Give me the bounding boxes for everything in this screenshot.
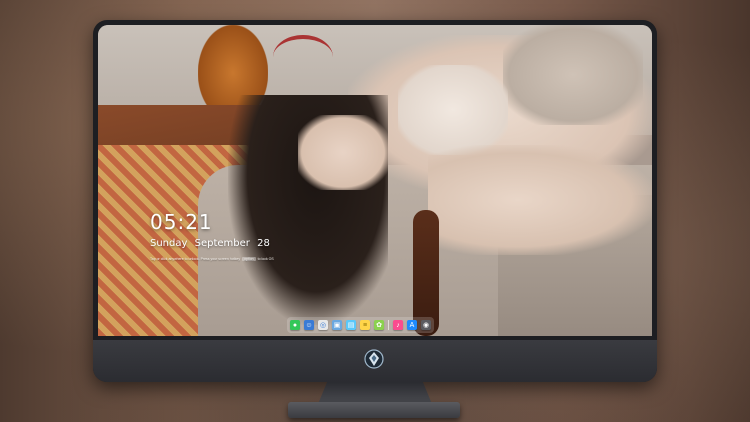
date-day: 28: [257, 238, 270, 249]
monitor-chin: [93, 340, 657, 382]
date-weekday: Sunday: [150, 238, 188, 249]
hint-suffix: to lock OS: [257, 257, 274, 261]
app-store-icon[interactable]: A: [407, 320, 417, 330]
dock-separator: [388, 320, 389, 330]
claquette-icon[interactable]: ▤: [346, 320, 356, 330]
wallpaper-arm: [428, 145, 652, 255]
music-icon[interactable]: ♪: [393, 320, 403, 330]
wallpaper-guitar: [198, 25, 268, 105]
wallpaper-lace-cloth: [503, 25, 643, 125]
photos-icon[interactable]: ✿: [374, 320, 384, 330]
monitor-stand-neck: [318, 382, 432, 404]
hint-key: option: [242, 257, 256, 261]
preview-icon[interactable]: ▣: [332, 320, 342, 330]
messages-icon[interactable]: ●: [290, 320, 300, 330]
safari-icon[interactable]: ◎: [318, 320, 328, 330]
lockscreen-clock: 05:21: [150, 210, 213, 234]
hint-prefix: Tap or click anywhere to unlock. Press y…: [150, 257, 241, 261]
lockscreen-date: Sunday September 28: [150, 238, 274, 249]
screen-lockscreen[interactable]: 05:21 Sunday September 28 Tap or click a…: [98, 25, 652, 336]
monitor: 05:21 Sunday September 28 Tap or click a…: [93, 20, 657, 382]
wallpaper-face: [298, 115, 388, 190]
wallpaper-dress: [398, 65, 508, 155]
unlock-hint: Tap or click anywhere to unlock. Press y…: [150, 257, 274, 261]
wallpaper-reindeer-toy: [273, 35, 333, 79]
screenshot-icon[interactable]: ◉: [421, 320, 431, 330]
dock: ● ☺ ◎ ▣ ▤ ≡ ✿ ♪ A ◉: [287, 317, 434, 333]
finder-icon[interactable]: ☺: [304, 320, 314, 330]
date-month: September: [194, 238, 250, 249]
brand-logo-icon: [364, 349, 384, 369]
monitor-stand-base: [288, 402, 460, 418]
notes-icon[interactable]: ≡: [360, 320, 370, 330]
